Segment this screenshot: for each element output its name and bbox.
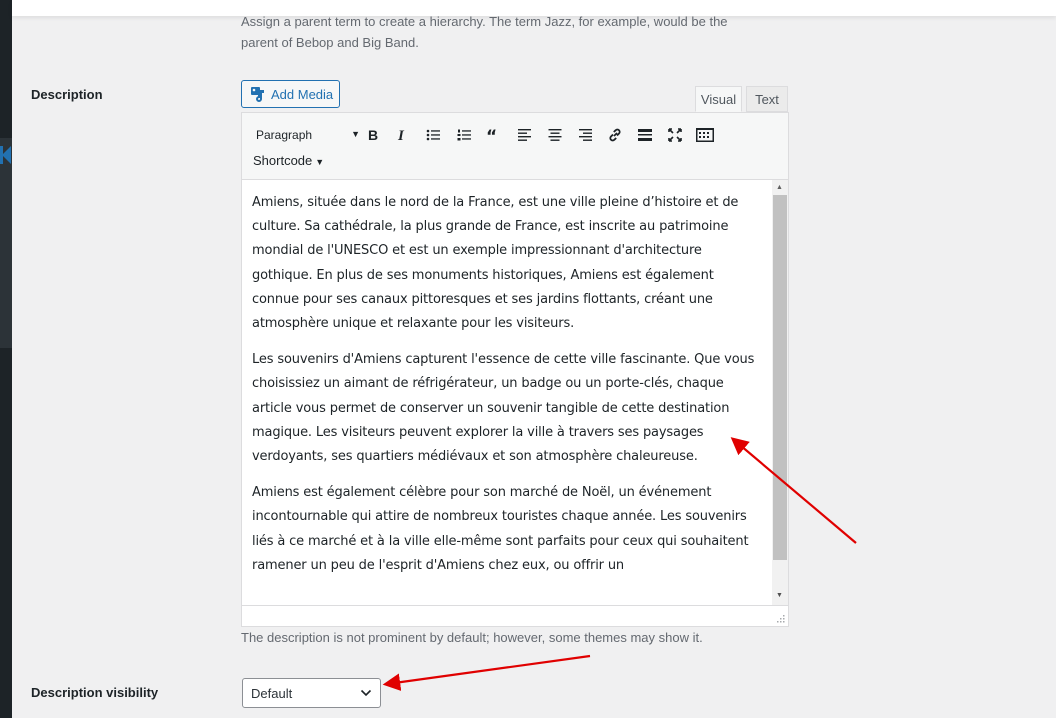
add-media-icon <box>250 86 266 102</box>
fullscreen-icon[interactable] <box>664 124 686 146</box>
current-menu-pointer-icon <box>2 146 11 164</box>
svg-text:B: B <box>368 128 378 142</box>
blockquote-icon[interactable]: “ <box>483 124 505 146</box>
bold-icon[interactable]: B <box>362 124 384 146</box>
tab-visual[interactable]: Visual <box>695 86 742 112</box>
add-media-label: Add Media <box>271 86 334 102</box>
editor-content[interactable]: Amiens, située dans le nord de la France… <box>242 180 772 605</box>
shortcode-menu[interactable]: Shortcode ▼ <box>253 153 324 168</box>
description-label: Description <box>31 87 103 102</box>
description-visibility-label: Description visibility <box>31 685 159 700</box>
description-editor: Paragraph ▼ B I “ Shortcode ▼ Amiens, si… <box>241 112 789 627</box>
svg-text:I: I <box>397 128 405 142</box>
format-select-value: Paragraph <box>256 128 313 142</box>
content-paragraph: Amiens, située dans le nord de la France… <box>252 195 739 332</box>
shortcode-label: Shortcode <box>253 153 313 168</box>
align-left-icon[interactable] <box>514 124 536 146</box>
bullet-list-icon[interactable] <box>422 124 444 146</box>
chevron-down-icon <box>360 689 372 697</box>
italic-icon[interactable]: I <box>391 124 413 146</box>
format-select[interactable]: Paragraph ▼ <box>252 125 360 145</box>
description-visibility-select[interactable]: Default <box>242 678 381 708</box>
admin-submenu-area <box>0 138 12 348</box>
numbered-list-icon[interactable] <box>453 124 475 146</box>
caret-down-icon: ▼ <box>351 129 360 139</box>
scroll-down-icon[interactable]: ▼ <box>776 592 783 599</box>
admin-sidebar <box>0 0 12 718</box>
link-icon[interactable] <box>604 124 626 146</box>
read-more-icon[interactable] <box>634 124 656 146</box>
scroll-up-icon[interactable]: ▲ <box>776 184 783 191</box>
editor-toolbar: Paragraph ▼ B I “ Shortcode ▼ <box>242 113 788 180</box>
annotation-arrow <box>382 654 591 691</box>
parent-help-text: Assign a parent term to create a hierarc… <box>241 14 728 50</box>
content-paragraph: Amiens est également célèbre pour son ma… <box>252 485 749 573</box>
svg-text:“: “ <box>486 128 497 142</box>
align-center-icon[interactable] <box>544 124 566 146</box>
toolbar-toggle-icon[interactable] <box>694 124 716 146</box>
add-media-button[interactable]: Add Media <box>241 80 340 108</box>
content-paragraph: Les souvenirs d'Amiens capturent l'essen… <box>252 352 755 465</box>
tab-text[interactable]: Text <box>746 86 788 112</box>
editor-scrollbar[interactable]: ▲ ▼ <box>772 180 788 605</box>
editor-statusbar <box>242 605 788 626</box>
visibility-select-value: Default <box>251 685 293 701</box>
resize-handle-icon[interactable] <box>775 613 785 623</box>
description-help-text: The description is not prominent by defa… <box>241 630 703 645</box>
scrollbar-thumb[interactable] <box>773 195 787 560</box>
align-right-icon[interactable] <box>574 124 596 146</box>
caret-down-icon: ▼ <box>315 157 325 167</box>
